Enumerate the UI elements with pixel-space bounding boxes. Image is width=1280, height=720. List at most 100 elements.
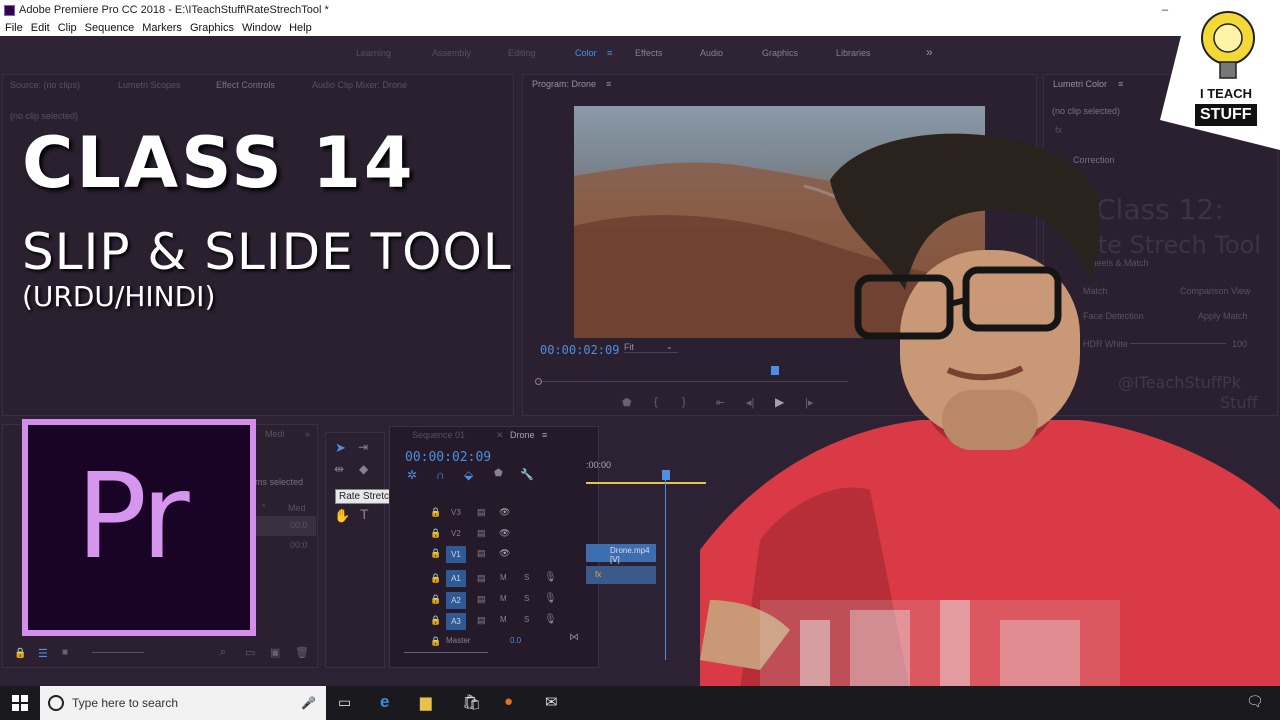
microphone-icon[interactable]: 🎤 [301,696,316,710]
task-view-icon[interactable]: ▭ [338,694,351,711]
sync-a3-icon[interactable]: ▤ [477,615,486,626]
master-lock-icon[interactable]: 🔒 [430,636,441,647]
hand-tool-icon[interactable]: ✋ [334,508,350,524]
workspace-effects[interactable]: Effects [635,48,662,58]
work-area-bar[interactable] [586,482,706,484]
mic-a3-icon[interactable]: 🎙 [544,614,557,625]
sync-a2-icon[interactable]: ▤ [477,594,486,605]
menu-graphics[interactable]: Graphics [190,22,237,34]
file-explorer-icon[interactable]: ▆ [420,693,432,711]
sort-chevron-icon[interactable]: ⌃ [260,503,268,514]
track-select-tool-icon[interactable]: ⇥ [358,440,368,454]
workspace-graphics[interactable]: Graphics [762,48,798,58]
workspace-overflow-icon[interactable]: » [926,45,933,59]
lumetri-menu-icon[interactable]: ≡ [1118,79,1123,89]
list-view-icon[interactable]: ☰ [38,647,48,660]
timeline-menu-icon[interactable]: ≡ [542,430,547,440]
tab-sequence-01[interactable]: Sequence 01 [412,430,465,440]
track-label-v3[interactable]: V3 [451,508,461,517]
sync-v2-icon[interactable]: ▤ [477,528,486,539]
track-lock-a3-icon[interactable]: 🔒 [430,615,441,626]
menu-edit[interactable]: Edit [31,22,53,34]
firefox-icon[interactable]: ● [504,693,513,710]
track-lock-v2-icon[interactable]: 🔒 [430,528,441,539]
menu-file[interactable]: File [5,22,26,34]
eye-v2-icon[interactable]: 👁 [499,528,510,539]
sync-v3-icon[interactable]: ▤ [477,507,486,518]
tab-drone[interactable]: Drone [510,430,535,440]
track-lock-v3-icon[interactable]: 🔒 [430,507,441,518]
ripple-edit-tool-icon[interactable]: ⇹ [334,462,344,476]
video-clip-drone[interactable]: Drone.mp4 [V] [586,544,656,564]
track-lock-a2-icon[interactable]: 🔒 [430,594,441,605]
taskbar-search[interactable]: Type here to search 🎤 [40,686,326,720]
timeline-timecode[interactable]: 00:00:02:09 [405,450,491,465]
track-label-a2[interactable]: A2 [446,592,466,609]
wrench-icon[interactable]: 🔧 [520,468,534,481]
scrub-start-handle[interactable] [535,378,542,385]
tab-audio-mixer[interactable]: Audio Clip Mixer: Drone [312,80,407,90]
lock-icon[interactable]: 🔒 [14,648,26,659]
workspace-audio[interactable]: Audio [700,48,723,58]
trash-icon[interactable]: 🗑 [295,646,309,659]
icon-view-icon[interactable]: ■ [62,647,68,658]
track-label-a1[interactable]: A1 [446,570,466,587]
mute-a1-button[interactable]: M [500,573,507,582]
tab-lumetri-scopes[interactable]: Lumetri Scopes [118,80,181,90]
new-item-icon[interactable]: ▣ [270,646,280,659]
mute-a3-button[interactable]: M [500,615,507,624]
new-bin-icon[interactable]: ▭ [245,646,255,659]
timeline-zoom-scroll[interactable] [404,652,488,653]
timeline-end-icon[interactable]: ⋈ [569,632,579,643]
track-label-v1[interactable]: V1 [446,546,466,563]
workspace-editing[interactable]: Editing [508,48,536,58]
workspace-color[interactable]: Color [575,48,597,58]
add-marker-timeline-icon[interactable]: ⬟ [494,468,503,479]
minimize-button[interactable]: – [1142,0,1188,20]
solo-a1-button[interactable]: S [524,573,529,582]
workspace-learning[interactable]: Learning [356,48,391,58]
timeline-playhead[interactable] [662,470,670,480]
snap-magnet-icon[interactable]: ∩ [436,468,445,482]
type-tool-icon[interactable]: T [360,506,369,522]
eye-v3-icon[interactable]: 👁 [499,507,510,518]
menu-window[interactable]: Window [242,22,284,34]
mark-out-icon[interactable]: } [682,396,686,408]
menu-clip[interactable]: Clip [58,22,80,34]
sync-a1-icon[interactable]: ▤ [477,573,486,584]
mail-icon[interactable]: ✉ [545,693,558,711]
mic-a2-icon[interactable]: 🎙 [544,593,557,604]
solo-a3-button[interactable]: S [524,615,529,624]
store-icon[interactable]: 🛍 [462,693,481,711]
workspace-libraries[interactable]: Libraries [836,48,871,58]
media-column-header[interactable]: Med [288,503,306,513]
workspace-assembly[interactable]: Assembly [432,48,471,58]
project-tab-media[interactable]: Medi [265,429,285,439]
mute-a2-button[interactable]: M [500,594,507,603]
master-value[interactable]: 0.0 [510,636,521,645]
program-menu-icon[interactable]: ≡ [606,79,611,89]
fit-dropdown-icon[interactable]: ⌄ [666,342,673,351]
menu-sequence[interactable]: Sequence [85,22,138,34]
solo-a2-button[interactable]: S [524,594,529,603]
tab-source[interactable]: Source: (no clips) [10,80,80,90]
nest-icon[interactable]: ✲ [407,468,417,482]
menu-help[interactable]: Help [289,22,315,34]
project-overflow-icon[interactable]: » [305,429,310,439]
workspace-color-menu-icon[interactable]: ≡ [607,48,612,58]
add-marker-icon[interactable]: ⬟ [622,396,632,409]
sync-v1-icon[interactable]: ▤ [477,548,486,559]
search-bin-icon[interactable]: ⌕ [220,646,226,659]
track-lock-a1-icon[interactable]: 🔒 [430,573,441,584]
mic-a1-icon[interactable]: 🎙 [544,572,557,583]
track-lock-v1-icon[interactable]: 🔒 [430,548,441,559]
linked-selection-icon[interactable]: ⬙ [464,468,473,482]
eye-v1-icon[interactable]: 👁 [499,548,510,559]
mark-in-icon[interactable]: { [654,396,658,408]
close-tab-icon[interactable]: ✕ [496,430,504,441]
track-label-a3[interactable]: A3 [446,613,466,630]
action-center-icon[interactable]: 🗨 [1246,693,1264,710]
menu-markers[interactable]: Markers [142,22,185,34]
selection-tool-icon[interactable]: ➤ [335,440,346,456]
zoom-slider[interactable] [92,652,144,653]
